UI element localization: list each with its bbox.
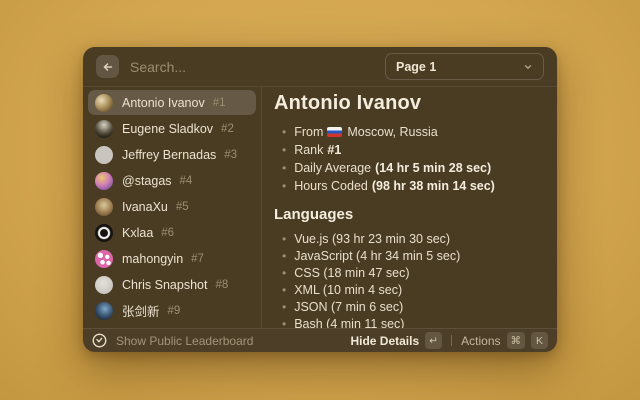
stat-rank: • Rank #1 <box>274 143 541 156</box>
user-name: 张剑新 <box>122 301 160 320</box>
bullet-icon: • <box>282 143 286 157</box>
language-text: XML (10 min 4 sec) <box>294 283 402 297</box>
list-item[interactable]: Antonio Ivanov #1 <box>88 90 256 115</box>
stat-label: Daily Average <box>294 161 371 175</box>
bullet-icon: • <box>282 232 286 246</box>
language-item: • XML (10 min 4 sec) <box>274 283 541 296</box>
avatar <box>95 224 113 242</box>
language-item: • JavaScript (4 hr 34 min 5 sec) <box>274 249 541 262</box>
action-bar: Show Public Leaderboard Hide Details ↵ A… <box>83 328 557 352</box>
user-rank: #8 <box>215 279 228 291</box>
language-item: • Bash (4 min 11 sec) <box>274 317 541 328</box>
avatar <box>95 146 113 164</box>
list-item[interactable]: @stagas #4 <box>88 168 256 193</box>
user-name: Jeffrey Bernadas <box>122 148 216 162</box>
user-rank: #4 <box>180 175 193 187</box>
footer-divider <box>451 335 452 346</box>
user-rank: #9 <box>168 305 181 317</box>
avatar <box>95 120 113 138</box>
user-rank: #1 <box>213 97 226 109</box>
user-name: Antonio Ivanov <box>122 96 205 110</box>
language-text: CSS (18 min 47 sec) <box>294 266 409 280</box>
avatar <box>95 302 113 320</box>
user-rank: #5 <box>176 201 189 213</box>
top-bar: Page 1 <box>83 47 557 87</box>
languages-heading: Languages <box>274 206 541 223</box>
footer-status-label: Show Public Leaderboard <box>116 334 350 348</box>
hide-details-button[interactable]: Hide Details ↵ <box>350 332 442 349</box>
back-button[interactable] <box>96 55 119 78</box>
bullet-icon: • <box>282 300 286 314</box>
bullet-icon: • <box>282 266 286 280</box>
main-content: Antonio Ivanov #1 Eugene Sladkov #2 Jeff… <box>83 87 557 328</box>
language-text: Bash (4 min 11 sec) <box>294 317 404 329</box>
avatar <box>95 250 113 268</box>
leaderboard-list: Antonio Ivanov #1 Eugene Sladkov #2 Jeff… <box>83 87 262 328</box>
detail-title: Antonio Ivanov <box>274 92 541 115</box>
stat-label: Hours Coded <box>294 179 368 193</box>
page-dropdown-value: Page 1 <box>396 60 523 74</box>
hide-details-label: Hide Details <box>350 334 419 348</box>
avatar <box>95 276 113 294</box>
user-name: IvanaXu <box>122 200 168 214</box>
wakatime-logo-icon <box>92 333 107 348</box>
user-rank: #7 <box>191 253 204 265</box>
russia-flag-icon <box>327 127 342 137</box>
user-name: Kxlaa <box>122 226 153 240</box>
detail-pane: Antonio Ivanov • From Moscow, Russia • R… <box>262 87 557 328</box>
list-item[interactable]: mahongyin #7 <box>88 246 256 271</box>
bullet-icon: • <box>282 125 286 139</box>
user-rank: #2 <box>221 123 234 135</box>
cmd-key-badge: ⌘ <box>507 332 526 349</box>
search-input[interactable] <box>130 59 385 75</box>
avatar <box>95 94 113 112</box>
stat-value: (98 hr 38 min 14 sec) <box>372 179 495 193</box>
enter-key-badge: ↵ <box>425 332 442 349</box>
bullet-icon: • <box>282 317 286 329</box>
actions-label: Actions <box>461 334 500 348</box>
user-name: mahongyin <box>122 252 183 266</box>
leaderboard-window: Page 1 Antonio Ivanov #1 Eugene Sladkov … <box>83 47 557 352</box>
language-text: Vue.js (93 hr 23 min 30 sec) <box>294 232 450 246</box>
stat-value: #1 <box>327 143 341 157</box>
actions-menu-button[interactable]: Actions ⌘ K <box>461 332 548 349</box>
avatar <box>95 198 113 216</box>
user-name: Eugene Sladkov <box>122 122 213 136</box>
user-name: Chris Snapshot <box>122 278 207 292</box>
stat-label: From <box>294 125 323 139</box>
language-text: JavaScript (4 hr 34 min 5 sec) <box>294 249 460 263</box>
stat-value: (14 hr 5 min 28 sec) <box>375 161 491 175</box>
list-item[interactable]: Kxlaa #6 <box>88 220 256 245</box>
language-text: JSON (7 min 6 sec) <box>294 300 403 314</box>
bullet-icon: • <box>282 249 286 263</box>
bullet-icon: • <box>282 161 286 175</box>
page-dropdown[interactable]: Page 1 <box>385 53 544 80</box>
arrow-left-icon <box>102 61 114 73</box>
list-item[interactable]: Jeffrey Bernadas #3 <box>88 142 256 167</box>
language-item: • CSS (18 min 47 sec) <box>274 266 541 279</box>
user-rank: #3 <box>224 149 237 161</box>
stat-daily-average: • Daily Average (14 hr 5 min 28 sec) <box>274 161 541 174</box>
list-item[interactable]: Chris Snapshot #8 <box>88 272 256 297</box>
stat-hours-coded: • Hours Coded (98 hr 38 min 14 sec) <box>274 179 541 192</box>
language-item: • Vue.js (93 hr 23 min 30 sec) <box>274 232 541 245</box>
avatar <box>95 172 113 190</box>
bullet-icon: • <box>282 179 286 193</box>
stat-label: Rank <box>294 143 323 157</box>
language-item: • JSON (7 min 6 sec) <box>274 300 541 313</box>
user-name: @stagas <box>122 174 172 188</box>
bullet-icon: • <box>282 283 286 297</box>
stat-value: Moscow, Russia <box>347 125 437 139</box>
list-item[interactable]: IvanaXu #5 <box>88 194 256 219</box>
list-item[interactable]: 张剑新 #9 <box>88 298 256 323</box>
chevron-down-icon <box>523 62 533 72</box>
stat-from: • From Moscow, Russia <box>274 125 541 138</box>
user-rank: #6 <box>161 227 174 239</box>
list-item[interactable]: Eugene Sladkov #2 <box>88 116 256 141</box>
k-key-badge: K <box>531 332 548 349</box>
